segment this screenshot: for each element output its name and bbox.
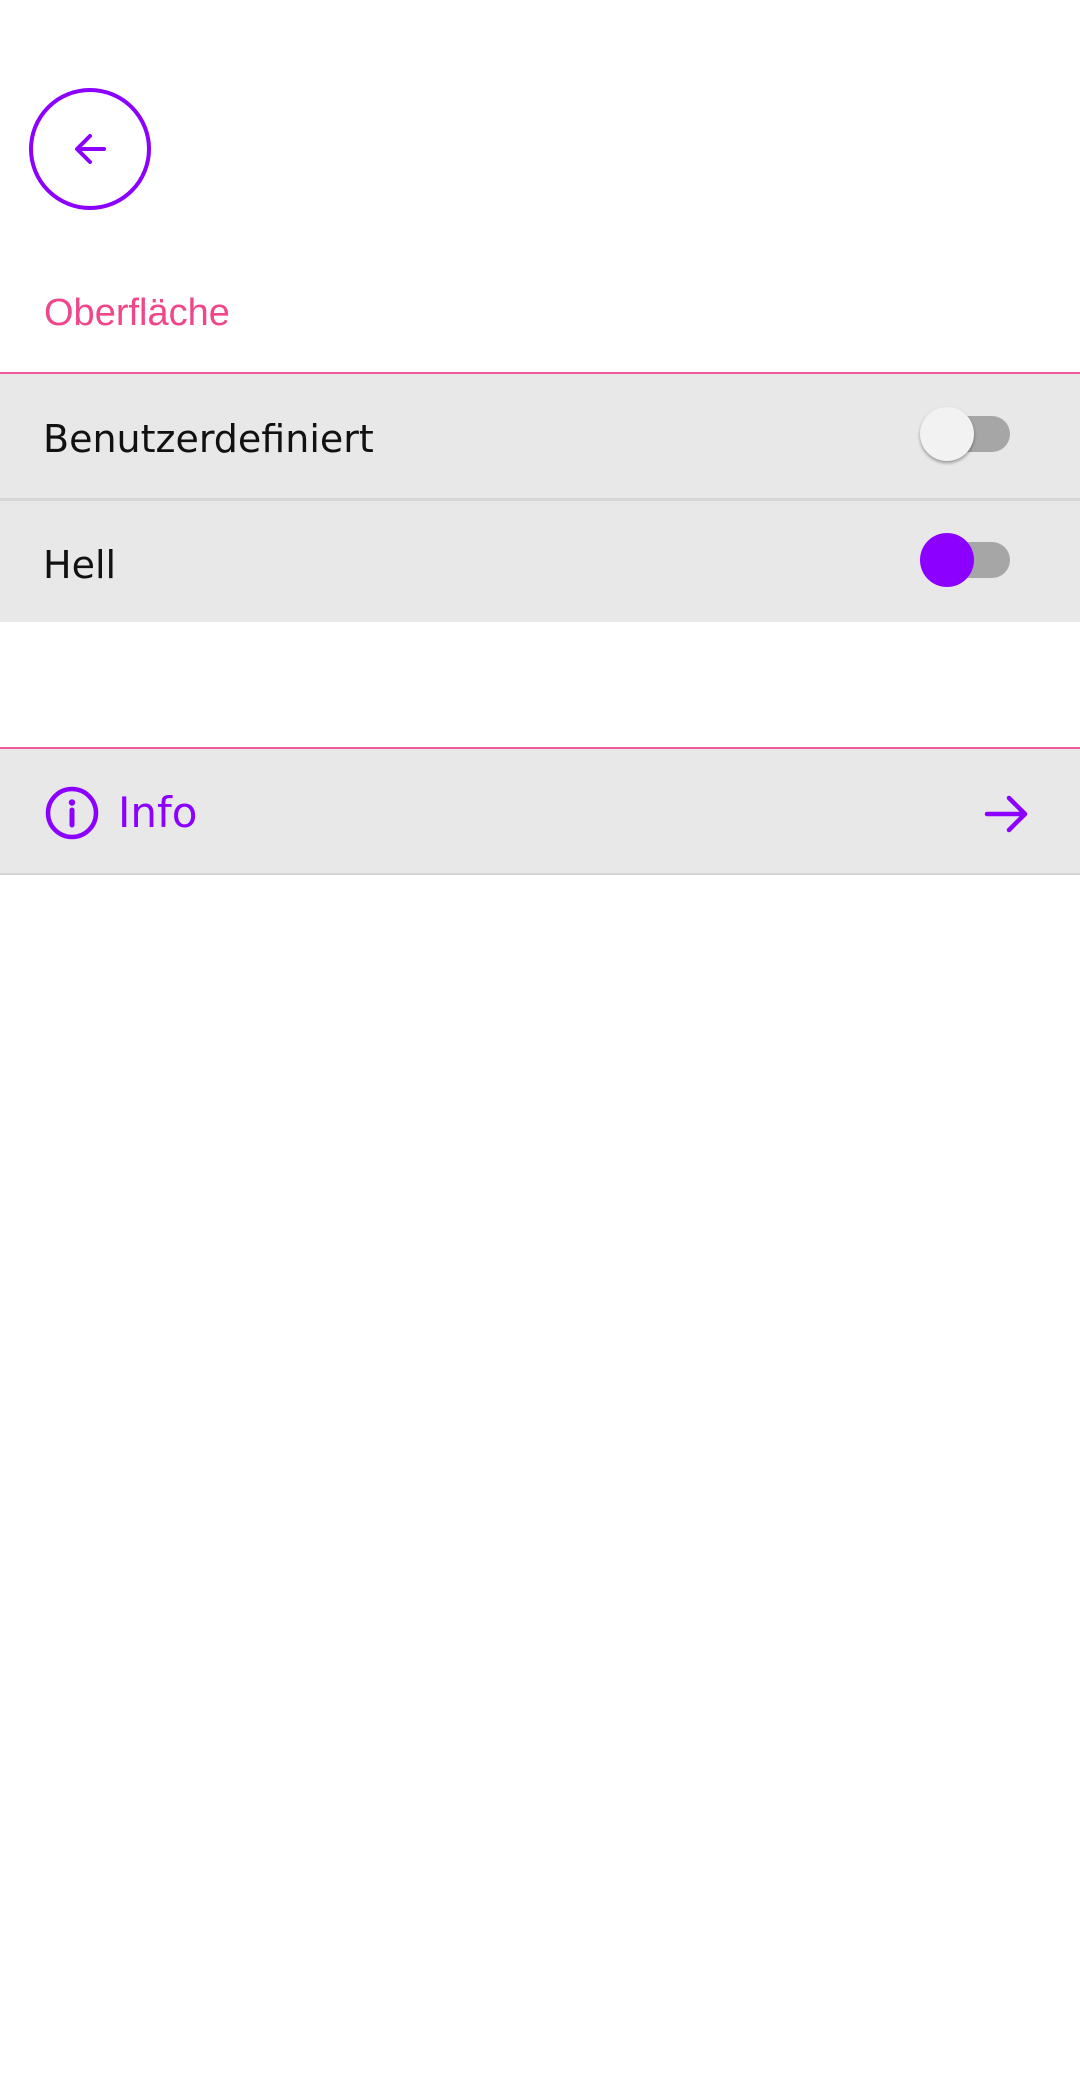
arrow-right-icon[interactable] (982, 791, 1032, 837)
benutzerdefiniert-toggle[interactable] (920, 407, 1012, 461)
info-label[interactable]: Info (118, 787, 198, 839)
setting-label-hell: Hell (43, 543, 117, 587)
back-button[interactable] (29, 88, 151, 210)
toggle-thumb (920, 407, 974, 461)
info-circle-icon (44, 785, 100, 841)
section-title: Oberfläche (44, 292, 230, 334)
toggle-thumb (920, 533, 974, 587)
setting-row-benutzerdefiniert[interactable]: Benutzerdefiniert (0, 374, 1080, 498)
setting-row-hell[interactable]: Hell (0, 501, 1080, 622)
setting-label-benutzerdefiniert: Benutzerdefiniert (43, 417, 374, 461)
arrow-left-icon (66, 125, 114, 173)
hell-toggle[interactable] (920, 533, 1012, 587)
